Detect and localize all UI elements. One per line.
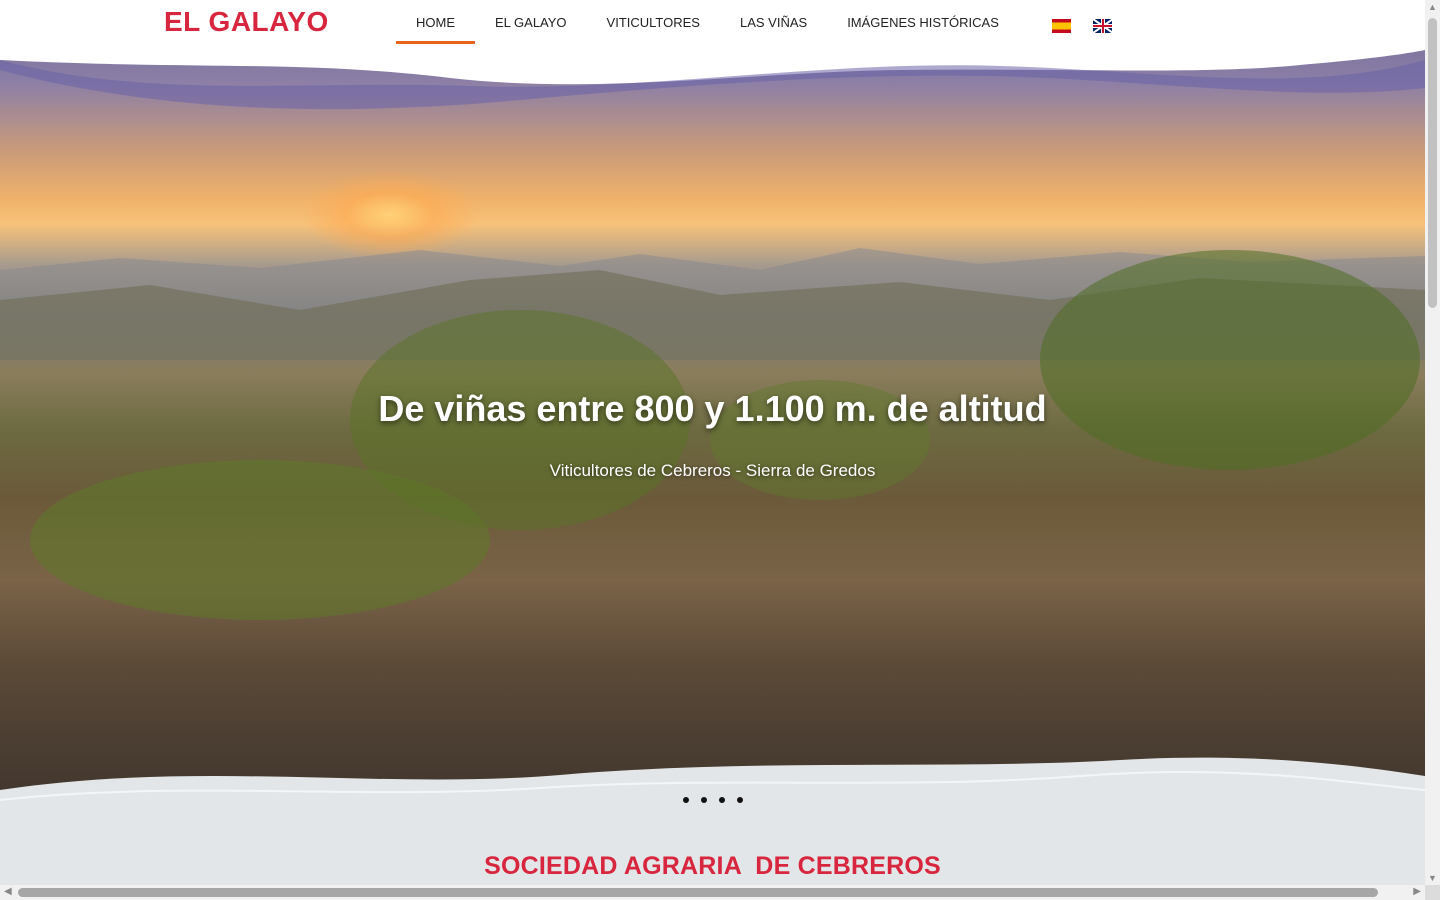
hero-slider: De viñas entre 800 y 1.100 m. de altitud… xyxy=(0,0,1425,830)
gb-flag-icon[interactable] xyxy=(1093,19,1112,33)
nav-home[interactable]: HOME xyxy=(396,0,475,44)
nav-las-vinas[interactable]: LAS VIÑAS xyxy=(720,0,827,44)
slider-dot-1[interactable] xyxy=(683,797,689,803)
scroll-down-icon[interactable]: ▼ xyxy=(1428,873,1437,883)
site-header: EL GALAYO HOME EL GALAYO VITICULTORES LA… xyxy=(0,0,1425,70)
slider-dot-4[interactable] xyxy=(737,797,743,803)
main-nav: HOME EL GALAYO VITICULTORES LAS VIÑAS IM… xyxy=(396,0,1019,44)
language-switcher xyxy=(1052,19,1112,33)
horizontal-scroll-thumb[interactable] xyxy=(18,888,1378,897)
scroll-left-icon[interactable]: ◀ xyxy=(4,886,12,897)
section-title: SOCIEDAD AGRARIA DE CEBREROS xyxy=(484,852,941,880)
vertical-scrollbar[interactable]: ▲ ▼ xyxy=(1425,0,1440,885)
hero-title: De viñas entre 800 y 1.100 m. de altitud xyxy=(378,388,1047,429)
slider-dots xyxy=(683,797,743,803)
es-flag-icon[interactable] xyxy=(1052,19,1071,33)
hero-subtitle: Viticultores de Cebreros - Sierra de Gre… xyxy=(549,461,876,480)
scroll-right-icon[interactable]: ▶ xyxy=(1413,886,1421,897)
slider-dot-2[interactable] xyxy=(701,797,707,803)
horizontal-scrollbar[interactable]: ◀ ▶ xyxy=(0,885,1425,900)
scrollbar-corner xyxy=(1425,885,1440,900)
slider-dot-3[interactable] xyxy=(719,797,725,803)
vertical-scroll-thumb[interactable] xyxy=(1428,18,1437,308)
scroll-up-icon[interactable]: ▲ xyxy=(1428,2,1437,12)
nav-el-galayo[interactable]: EL GALAYO xyxy=(475,0,587,44)
nav-imagenes-historicas[interactable]: IMÁGENES HISTÓRICAS xyxy=(827,0,1019,44)
site-logo[interactable]: EL GALAYO xyxy=(164,6,329,38)
nav-viticultores[interactable]: VITICULTORES xyxy=(587,0,720,44)
